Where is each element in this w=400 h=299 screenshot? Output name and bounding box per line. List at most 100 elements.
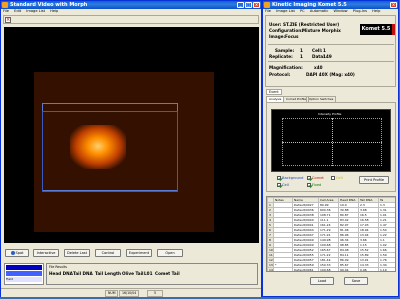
video-window: Standard Video with Morph _ □ × File Edi… — [0, 0, 262, 297]
sample-label: Sample: — [275, 48, 295, 53]
menu-pc[interactable]: PC — [300, 9, 305, 13]
video-frame[interactable] — [4, 27, 259, 243]
image-label: Image: — [269, 34, 286, 39]
interactive-button[interactable]: Interactive — [33, 249, 59, 257]
print-profile-button[interactable]: Print Profile — [359, 176, 389, 184]
protocol-label: Protocol: — [269, 72, 291, 77]
info-panel: User: ST.ZIE (Restricted User) Configura… — [265, 15, 396, 87]
cell-label: Cell: — [312, 48, 323, 53]
status-date: 16/10/04 — [119, 290, 140, 297]
config-value: Mixture Morphix — [302, 28, 341, 33]
status-bar: NUM 16/10/04 5 — [1, 288, 261, 297]
minimize-button[interactable]: _ — [237, 2, 244, 8]
protocol-value: DAPI 40X (Mag: x40) — [306, 72, 355, 77]
menu-automatic[interactable]: Automatic — [310, 9, 328, 13]
user-value: ST.ZIE (Restricted User) — [283, 22, 340, 27]
control-button[interactable]: Control — [95, 249, 121, 257]
table-row[interactable]: 14 Default/0061 109.68 99.04 0.96 1.19 — [267, 267, 395, 271]
status-count: 5 — [147, 290, 164, 297]
menu-file[interactable]: File — [3, 9, 9, 13]
load-button[interactable]: Load — [310, 277, 334, 285]
table-cell: 13 — [267, 262, 274, 268]
close-button[interactable]: × — [253, 2, 260, 8]
results-table: Notes Name Cell Area Head DNA Tail DNA Ta 1 De… — [267, 197, 395, 271]
menu-edit[interactable]: Edit — [14, 9, 21, 13]
table-cell: 0.96 — [358, 267, 379, 271]
check-cell-red[interactable]: Cell — [331, 176, 343, 180]
experiment-button[interactable]: Experiment — [126, 249, 152, 257]
save-button[interactable]: Save — [344, 277, 368, 285]
table-cell: 99.04 — [338, 267, 359, 271]
table-cell: 1.19 — [378, 267, 395, 271]
komet-logo: Komet 5.5 — [360, 24, 395, 35]
delete-last-button[interactable]: Delete Last — [64, 249, 90, 257]
check-fixed[interactable]: Fixed — [307, 183, 321, 187]
table-cell — [273, 267, 293, 271]
color-legend: Field — [4, 263, 44, 285]
results-panel: File Results Head DNA Tail DNA Tail Leng… — [46, 263, 258, 285]
l01-label: L01 — [144, 271, 153, 276]
komet-app-icon — [264, 2, 270, 8]
replicate-value: 1 — [300, 54, 303, 59]
results-header: File Results — [49, 265, 67, 269]
tail-length-label: Tail Length — [95, 271, 121, 276]
check-cell[interactable]: Cell — [277, 183, 289, 187]
head-swatch: Field — [6, 277, 42, 282]
open-button[interactable]: Open — [157, 249, 183, 257]
graph-title: Intensity Profile — [318, 112, 342, 116]
komet-close-button[interactable]: × — [390, 2, 397, 8]
maximize-button[interactable]: □ — [245, 2, 252, 8]
user-label: User: — [269, 22, 282, 27]
magnification-value: x40 — [314, 65, 323, 70]
komet-window-titlebar[interactable]: Kinetic Imaging Komet 5.5 × — [263, 1, 398, 9]
video-window-title: Standard Video with Morph — [10, 2, 88, 8]
section-label: Event — [266, 89, 282, 95]
profile-checkboxes: Background Comet Cell Cell Fixed Print P… — [277, 176, 392, 190]
app-icon — [2, 2, 8, 8]
close-tool-icon[interactable]: × — [5, 17, 11, 23]
magnification-label: Magnification: — [269, 65, 303, 70]
check-background[interactable]: Background — [277, 176, 303, 180]
menu-file[interactable]: File — [265, 9, 271, 13]
komet-window-title: Kinetic Imaging Komet 5.5 — [272, 2, 347, 8]
menu-help[interactable]: Help — [50, 9, 58, 13]
intensity-profile-graph[interactable]: Intensity Profile — [271, 109, 391, 172]
background-swatch — [6, 265, 42, 270]
background-box[interactable] — [42, 111, 178, 192]
comet-tail-label: Comet Tail — [155, 271, 180, 276]
info-divider-2 — [268, 61, 394, 62]
spot-button[interactable]: Spot — [5, 249, 29, 257]
graph-mid-line — [332, 118, 333, 166]
tool-bar: Spot Interactive Delete Last Control Exp… — [3, 246, 259, 260]
check-comet[interactable]: Comet — [307, 176, 324, 180]
spot-icon — [10, 251, 15, 255]
menu-image-list[interactable]: Image List — [26, 9, 45, 13]
table-cell: 10 — [267, 247, 274, 253]
video-window-titlebar[interactable]: Standard Video with Morph _ □ × — [1, 1, 261, 9]
replicate-label: Replicate: — [269, 54, 293, 59]
menu-image-list[interactable]: Image List — [276, 9, 295, 13]
profile-panel: Intensity Profile Background Comet Cell … — [266, 102, 396, 192]
config-label: Configuration: — [269, 28, 303, 33]
results-table-wrapper[interactable]: Notes Name Cell Area Head DNA Tail DNA Ta 1 De… — [266, 196, 396, 272]
menu-window[interactable]: Window — [333, 9, 347, 13]
komet-window: Kinetic Imaging Komet 5.5 × File Image L… — [262, 0, 399, 297]
video-menu-bar: File Edit Image List Help — [1, 9, 261, 14]
data-value: 149 — [323, 54, 332, 59]
table-cell: 12 — [267, 257, 274, 263]
sample-value: 1 — [300, 48, 303, 53]
head-dna-label: Head DNA — [49, 271, 73, 276]
tool-strip: × — [3, 15, 259, 24]
menu-help[interactable]: Help — [372, 9, 380, 13]
image-value: Focus — [285, 34, 299, 39]
table-cell: Default/0061 — [292, 267, 319, 271]
status-num: NUM — [105, 290, 119, 297]
tail-dna-label: Tail DNA — [73, 271, 93, 276]
cell-value: 1 — [323, 48, 326, 53]
menu-plugins[interactable]: Plug-Ins — [353, 9, 367, 13]
komet-menu-bar: File Image List PC Automatic Window Plug… — [263, 9, 398, 14]
field-swatch — [6, 271, 42, 276]
table-cell: 109.68 — [318, 267, 339, 271]
table-cell: 11 — [267, 252, 274, 258]
olive-tail-label: Olive Tail — [122, 271, 144, 276]
